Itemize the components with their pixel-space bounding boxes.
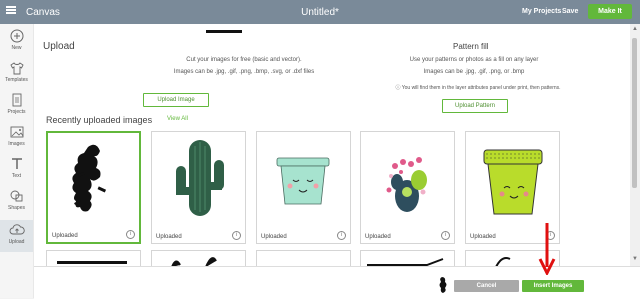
pattern-description: Use your patterns or photos as a fill on… <box>409 57 539 63</box>
left-sidebar: New Templates Projects Images Text Shape… <box>0 24 34 298</box>
upload-image-button[interactable]: Upload Image <box>143 93 209 107</box>
insert-images-button[interactable]: Insert Images <box>522 280 584 292</box>
uploaded-image-tile-partial[interactable] <box>256 250 351 267</box>
sidebar-item-images[interactable]: Images <box>0 122 33 154</box>
info-icon[interactable]: i <box>337 231 346 240</box>
tile-label: Uploaded <box>156 234 182 240</box>
document-icon <box>12 93 21 107</box>
sidebar-item-new[interactable]: New <box>0 26 33 58</box>
sidebar-item-label: New <box>11 45 22 51</box>
upload-pattern-button[interactable]: Upload Pattern <box>442 99 508 113</box>
uploaded-image-tile-partial[interactable] <box>151 250 246 267</box>
image-icon <box>10 126 23 138</box>
tile-label: Uploaded <box>365 234 391 240</box>
text-icon <box>11 158 22 169</box>
scrollbar-thumb[interactable] <box>632 38 637 188</box>
sidebar-item-label: Projects <box>7 109 26 115</box>
sidebar-item-label: Upload <box>8 239 25 245</box>
view-all-link[interactable]: View All <box>167 116 188 122</box>
sidebar-item-label: Text <box>11 173 22 179</box>
red-arrow-annotation <box>538 223 556 275</box>
green-cactus-image <box>176 140 224 216</box>
upload-description: Cut your images for free (basic and vect… <box>186 57 302 63</box>
tile-label: Uploaded <box>470 234 496 240</box>
drag-handle[interactable] <box>206 30 242 33</box>
lime-pot-with-face-image <box>483 149 543 215</box>
sidebar-item-label: Images <box>8 141 25 147</box>
sidebar-item-label: Templates <box>5 77 28 83</box>
uploaded-image-tile-partial[interactable] <box>46 250 141 267</box>
cactus-with-flowers-image <box>386 157 427 212</box>
pattern-file-types: Images can be .jpg, .gif, .png, or .bmp <box>423 69 525 75</box>
upload-heading: Upload <box>43 41 75 52</box>
info-icon[interactable]: i <box>126 230 135 239</box>
sidebar-item-shapes[interactable]: Shapes <box>0 186 33 218</box>
uploaded-image-tile[interactable]: Uploaded i <box>256 131 351 244</box>
top-bar: Canvas Untitled* My Projects Save Make I… <box>0 0 640 24</box>
pattern-note-text: You will find them in the layer attribut… <box>401 85 561 91</box>
sidebar-item-templates[interactable]: Templates <box>0 58 33 90</box>
selected-image-thumbnail <box>439 277 447 293</box>
make-it-button[interactable]: Make It <box>588 4 632 19</box>
panel-scrollbar[interactable]: ▲ ▼ <box>630 24 640 266</box>
tile-label: Uploaded <box>261 234 287 240</box>
upload-file-types: Images can be .jpg, .gif, .png, .bmp, .s… <box>173 69 315 75</box>
shapes-icon <box>10 190 22 202</box>
plus-circle-icon <box>10 29 23 43</box>
pattern-fill-heading: Pattern fill <box>453 42 489 51</box>
scroll-down-icon[interactable]: ▼ <box>632 256 638 262</box>
uploaded-image-tile[interactable]: Uploaded i <box>151 131 246 244</box>
cancel-button[interactable]: Cancel <box>454 280 519 292</box>
save-link[interactable]: Save <box>562 8 578 15</box>
black-text-design-image <box>72 144 107 212</box>
cloud-upload-icon <box>9 224 25 235</box>
recent-uploads-heading: Recently uploaded images <box>46 115 153 125</box>
uploaded-image-tile[interactable]: Uploaded i <box>46 131 141 244</box>
sidebar-item-projects[interactable]: Projects <box>0 90 33 122</box>
sidebar-item-upload[interactable]: Upload <box>0 220 33 252</box>
tile-label: Uploaded <box>52 233 78 239</box>
info-icon[interactable]: i <box>232 231 241 240</box>
scroll-up-icon[interactable]: ▲ <box>632 26 638 32</box>
sidebar-item-label: Shapes <box>8 205 25 211</box>
shirt-icon <box>9 62 24 75</box>
uploaded-image-tile[interactable]: Uploaded i <box>360 131 455 244</box>
my-projects-link[interactable]: My Projects <box>522 8 561 15</box>
mint-pot-face-image <box>276 157 330 205</box>
sidebar-item-text[interactable]: Text <box>0 154 33 186</box>
info-icon[interactable]: i <box>441 231 450 240</box>
uploaded-image-tile-partial[interactable] <box>360 250 455 267</box>
pattern-note: ⓘ You will find them in the layer attrib… <box>364 84 592 91</box>
